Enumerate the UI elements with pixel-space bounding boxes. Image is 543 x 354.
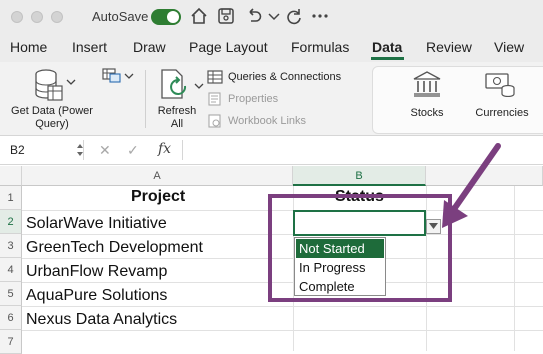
callout-highlight-box <box>268 194 452 302</box>
tab-home[interactable]: Home <box>10 39 47 55</box>
tab-page-layout[interactable]: Page Layout <box>189 39 268 55</box>
get-data-chevron-down-icon[interactable] <box>66 78 76 86</box>
tab-view[interactable]: View <box>494 39 524 55</box>
database-icon[interactable] <box>34 68 66 102</box>
workbook-links-button: Workbook Links <box>228 115 307 127</box>
get-data-label-line1: Get Data (Power <box>11 105 93 117</box>
tab-insert[interactable]: Insert <box>72 39 107 55</box>
column-header-b[interactable]: B <box>293 166 426 186</box>
active-tab-indicator <box>371 57 404 60</box>
stocks-icon[interactable] <box>412 70 442 98</box>
chevron-down-icon[interactable] <box>124 72 134 80</box>
row-header-4[interactable]: 4 <box>0 258 22 282</box>
properties-icon <box>208 92 221 106</box>
refresh-label-line1: Refresh <box>157 105 197 117</box>
ribbon-separator <box>145 70 146 128</box>
data-types-gallery <box>372 66 543 134</box>
insert-function-button[interactable]: fx <box>158 141 171 157</box>
stocks-button[interactable]: Stocks <box>404 107 450 120</box>
callout-arrow-icon <box>442 143 501 228</box>
currencies-icon[interactable] <box>485 71 515 97</box>
enter-check-icon[interactable]: ✓ <box>127 142 139 159</box>
get-data-label-line2: Query) <box>35 118 69 130</box>
cell-a2[interactable]: SolarWave Initiative <box>26 215 167 233</box>
cell-a6[interactable]: Nexus Data Analytics <box>26 311 177 329</box>
minimize-window-button[interactable] <box>31 11 43 23</box>
name-box[interactable]: B2 <box>4 140 84 160</box>
refresh-all-button[interactable]: Refresh All <box>150 105 204 131</box>
tab-formulas[interactable]: Formulas <box>291 39 349 55</box>
more-options-icon[interactable] <box>310 6 330 26</box>
get-data-button[interactable]: Get Data (Power Query) <box>6 105 98 131</box>
gridline <box>22 306 543 307</box>
title-bar: AutoSave <box>0 0 543 34</box>
select-all-corner[interactable] <box>0 166 22 186</box>
cell-a5[interactable]: AquaPure Solutions <box>26 287 167 305</box>
row-header-1[interactable]: 1 <box>0 186 22 210</box>
autosave-toggle[interactable] <box>151 9 181 25</box>
row-header-5[interactable]: 5 <box>0 282 22 306</box>
cancel-icon[interactable]: ✕ <box>99 142 111 159</box>
properties-button: Properties <box>228 93 279 105</box>
queries-connections-button[interactable]: Queries & Connections <box>228 71 341 84</box>
refresh-all-icon[interactable] <box>158 68 192 104</box>
zoom-window-button[interactable] <box>51 11 63 23</box>
refresh-label-line2: All <box>170 118 184 130</box>
cell-a3[interactable]: GreenTech Development <box>26 239 203 257</box>
row-header-3[interactable]: 3 <box>0 234 22 258</box>
save-icon[interactable] <box>216 6 236 26</box>
row-header-6[interactable]: 6 <box>0 306 22 330</box>
home-icon[interactable] <box>189 6 209 26</box>
tab-review[interactable]: Review <box>426 39 472 55</box>
row-header-7[interactable]: 7 <box>0 330 22 354</box>
cell-a4[interactable]: UrbanFlow Revamp <box>26 263 167 281</box>
ribbon: Get Data (Power Query) Refresh All Queri… <box>0 62 543 136</box>
toggle-knob <box>167 11 179 23</box>
undo-dropdown-chevron-icon[interactable] <box>264 6 284 26</box>
gridline <box>22 330 543 331</box>
cell-a1-project-header[interactable]: Project <box>131 188 185 206</box>
close-window-button[interactable] <box>11 11 23 23</box>
undo-icon[interactable] <box>244 6 264 26</box>
column-header-a[interactable]: A <box>22 166 293 186</box>
row-header-2[interactable]: 2 <box>0 210 22 234</box>
tab-draw[interactable]: Draw <box>133 39 166 55</box>
ribbon-tab-bar: Home Insert Draw Page Layout Formulas Da… <box>0 34 543 62</box>
queries-connections-icon[interactable] <box>207 70 223 84</box>
autosave-label: AutoSave <box>92 9 149 24</box>
table-picture-icon[interactable] <box>102 68 122 84</box>
tab-data[interactable]: Data <box>372 39 402 55</box>
name-box-stepper-icon[interactable] <box>76 142 84 158</box>
gridline <box>514 186 515 351</box>
workbook-links-icon <box>208 114 221 128</box>
currencies-button[interactable]: Currencies <box>474 107 530 120</box>
name-box-value: B2 <box>10 143 25 157</box>
redo-icon[interactable] <box>284 6 304 26</box>
refresh-chevron-down-icon[interactable] <box>194 82 204 90</box>
